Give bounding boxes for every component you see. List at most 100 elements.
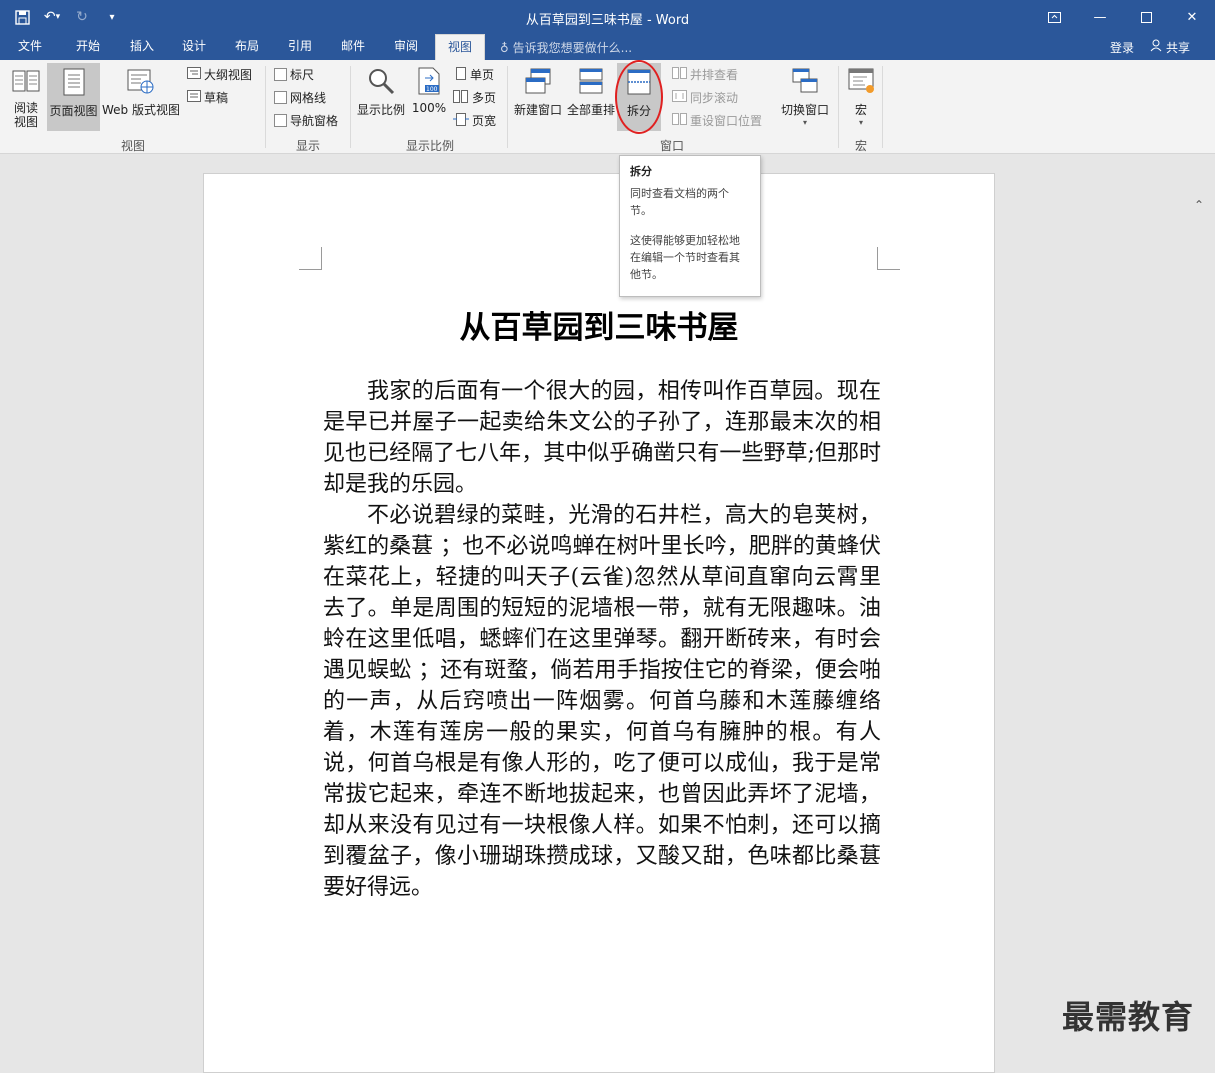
tab-insert[interactable]: 插入: [120, 34, 164, 60]
paragraph: 不必说碧绿的菜畦，光滑的石井栏，高大的皂荚树，紫红的桑葚 ；也不必说鸣蝉在树叶里…: [323, 503, 881, 900]
page-width-button[interactable]: 页宽: [453, 112, 496, 129]
ruler-label: 标尺: [290, 68, 315, 82]
separator: [350, 66, 351, 148]
switch-window-button[interactable]: 切换窗口 ▾: [778, 66, 832, 127]
zoom-label: 显示比例: [356, 103, 405, 117]
magnifier-icon: [355, 66, 407, 99]
arrange-all-label: 全部重排: [566, 103, 615, 117]
multi-page-button[interactable]: 多页: [453, 89, 496, 106]
draft-button[interactable]: 草稿: [187, 89, 228, 106]
tab-mailings[interactable]: 邮件: [331, 34, 375, 60]
read-mode-icon: [6, 66, 46, 99]
close-icon[interactable]: ✕: [1169, 0, 1215, 34]
draft-icon: [187, 90, 201, 105]
reset-window-button[interactable]: 重设窗口位置: [672, 112, 762, 129]
separator: [838, 66, 839, 148]
read-mode-label: 阅读视图: [13, 101, 38, 129]
margin-mark: [877, 247, 900, 270]
gridlines-label: 网格线: [290, 91, 327, 105]
margin-mark: [299, 247, 322, 270]
separator: [507, 66, 508, 148]
ribbon-tabs: 文件 开始 插入 设计 布局 引用 邮件 审阅 视图 ♁ 告诉我您想要做什么..…: [0, 34, 1215, 60]
tab-file[interactable]: 文件: [8, 34, 52, 60]
web-layout-button[interactable]: Web 版式视图: [101, 66, 181, 118]
tell-me-text: 告诉我您想要做什么...: [512, 41, 633, 55]
sync-scroll-icon: [672, 90, 687, 105]
title-bar: ↶ ▾ ↻ ▾ 从百草园到三味书屋 - Word — ✕: [0, 0, 1215, 34]
outline-label: 大纲视图: [204, 68, 253, 82]
window-controls: — ✕: [1031, 0, 1215, 34]
one-page-label: 单页: [470, 68, 495, 82]
checkbox-box: [274, 91, 287, 104]
page-width-label: 页宽: [472, 114, 497, 128]
page-100-icon: 100: [410, 66, 448, 99]
new-window-label: 新建窗口: [513, 103, 562, 117]
web-layout-icon: [101, 66, 181, 99]
lightbulb-icon: ♁: [500, 41, 509, 55]
reset-window-icon: [672, 113, 687, 128]
document-page[interactable]: 从百草园到三味书屋 我家的后面有一个很大的园，相传叫作百草园。现在是早已并屋子一…: [203, 173, 995, 1073]
one-page-button[interactable]: 单页: [455, 66, 494, 83]
window-group-label: 窗口: [659, 139, 684, 153]
document-body: 我家的后面有一个很大的园，相传叫作百草园。现在是早已并屋子一起卖给朱文公的子孙了…: [323, 376, 881, 903]
draft-label: 草稿: [204, 91, 229, 105]
collapse-ribbon-icon[interactable]: ⌃: [1194, 198, 1204, 212]
tab-view[interactable]: 视图: [435, 34, 485, 60]
views-group-label: 视图: [120, 139, 145, 153]
switch-window-icon: [778, 66, 832, 99]
tooltip-title: 拆分: [630, 165, 652, 178]
split-tooltip: 拆分 同时查看文档的两个节。 这使得能够更加轻松地在编辑一个节时查看其他节。: [619, 155, 761, 297]
macro-group-label: 宏: [854, 139, 867, 153]
highlight-circle: [615, 60, 663, 134]
side-by-side-label: 并排查看: [690, 68, 739, 82]
arrange-all-button[interactable]: 全部重排: [566, 66, 616, 118]
macros-button[interactable]: 宏 ▾: [843, 66, 879, 127]
outline-icon: [187, 67, 201, 82]
sync-scroll-button[interactable]: 同步滚动: [672, 89, 738, 106]
zoom-100-button[interactable]: 100 100%: [410, 66, 448, 115]
login-button[interactable]: 登录: [1110, 39, 1134, 56]
zoom-button[interactable]: 显示比例: [355, 66, 407, 118]
separator: [265, 66, 266, 148]
separator: [882, 66, 883, 148]
tab-references[interactable]: 引用: [278, 34, 322, 60]
show-group-label: 显示: [295, 139, 320, 153]
new-window-button[interactable]: 新建窗口: [512, 66, 564, 118]
gridlines-checkbox[interactable]: 网格线: [274, 89, 326, 106]
zoom-100-label: 100%: [411, 101, 447, 115]
ribbon-display-icon[interactable]: [1031, 0, 1077, 34]
one-page-icon: [455, 66, 467, 83]
print-layout-button[interactable]: 页面视图: [47, 63, 100, 131]
read-mode-button[interactable]: 阅读视图: [6, 66, 46, 129]
nav-pane-checkbox[interactable]: 导航窗格: [274, 112, 338, 129]
person-icon: [1150, 39, 1163, 55]
tooltip-text: 同时查看文档的两个节。: [630, 187, 729, 217]
paragraph: 我家的后面有一个很大的园，相传叫作百草园。现在是早已并屋子一起卖给朱文公的子孙了…: [323, 379, 881, 497]
tab-design[interactable]: 设计: [172, 34, 216, 60]
checkbox-box: [274, 114, 287, 127]
arrange-all-icon: [566, 66, 616, 99]
dropdown-arrow-icon: ▾: [858, 118, 863, 127]
print-layout-icon: [47, 67, 100, 100]
side-by-side-button[interactable]: 并排查看: [672, 66, 738, 83]
watermark-text: 最需教育: [1062, 998, 1195, 1036]
tab-review[interactable]: 审阅: [384, 34, 428, 60]
side-by-side-icon: [672, 67, 687, 82]
document-title: 从百草园到三味书屋: [459, 310, 739, 346]
share-button[interactable]: 共享: [1150, 37, 1190, 57]
new-window-icon: [512, 66, 564, 99]
dropdown-arrow-icon: ▾: [802, 118, 807, 127]
nav-pane-label: 导航窗格: [290, 114, 339, 128]
minimize-icon[interactable]: —: [1077, 0, 1123, 34]
tab-home[interactable]: 开始: [66, 34, 110, 60]
switch-window-label: 切换窗口: [780, 103, 829, 117]
web-layout-label: Web 版式视图: [102, 103, 180, 117]
outline-button[interactable]: 大纲视图: [187, 66, 252, 83]
macros-label: 宏: [854, 103, 867, 117]
reset-window-label: 重设窗口位置: [690, 114, 763, 128]
tab-layout[interactable]: 布局: [225, 34, 269, 60]
tell-me-search[interactable]: ♁ 告诉我您想要做什么...: [500, 39, 632, 56]
maximize-icon[interactable]: [1123, 0, 1169, 34]
page-width-icon: [453, 112, 469, 129]
ruler-checkbox[interactable]: 标尺: [274, 66, 314, 83]
